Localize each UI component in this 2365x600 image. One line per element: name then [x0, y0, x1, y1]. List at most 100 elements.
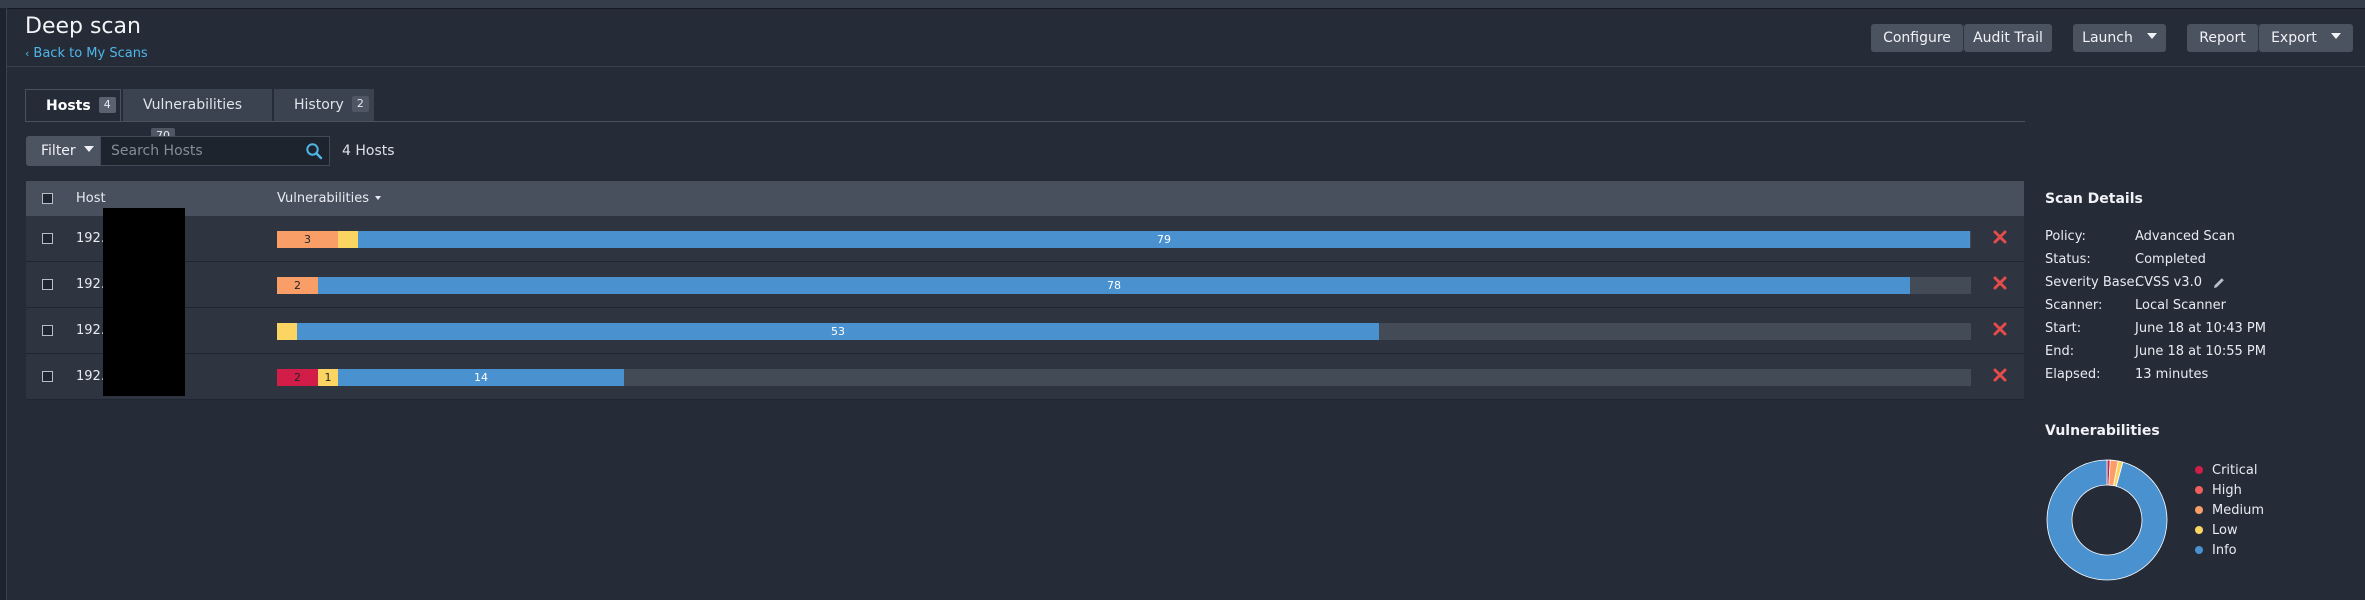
- detail-value-start: June 18 at 10:43 PM: [2135, 321, 2266, 336]
- critical-segment: 2: [277, 369, 318, 386]
- donut-slice-info[interactable]: [2046, 459, 2168, 581]
- vulnerabilities-donut-chart[interactable]: [2045, 458, 2169, 582]
- back-to-scans-link[interactable]: ‹ Back to My Scans: [25, 46, 148, 61]
- detail-value-severity-base: CVSS v3.0: [2135, 275, 2202, 290]
- info-segment: 78: [318, 277, 1910, 294]
- left-edge: [0, 8, 7, 600]
- row-checkbox[interactable]: [42, 279, 53, 290]
- row-checkbox[interactable]: [42, 233, 53, 244]
- search-hosts-input[interactable]: [100, 136, 330, 166]
- legend-label: Info: [2212, 543, 2237, 558]
- legend-dot-high: [2195, 485, 2203, 494]
- tab-history[interactable]: History 2: [274, 89, 374, 121]
- detail-label-elapsed: Elapsed:: [2045, 367, 2101, 382]
- scan-details-heading: Scan Details: [2045, 191, 2143, 207]
- detail-value-scanner: Local Scanner: [2135, 298, 2227, 313]
- remove-host-icon[interactable]: [1991, 228, 2009, 246]
- pencil-edit-icon[interactable]: [2212, 276, 2226, 290]
- info-segment: 14: [338, 369, 624, 386]
- audit-trail-button[interactable]: Audit Trail: [1964, 24, 2052, 52]
- tab-label: History: [294, 97, 344, 113]
- report-button[interactable]: Report: [2187, 24, 2258, 52]
- vulnerabilities-heading: Vulnerabilities: [2045, 423, 2160, 439]
- select-all-checkbox[interactable]: [42, 193, 53, 204]
- remove-host-icon[interactable]: [1991, 274, 2009, 292]
- hosts-table: Host Vulnerabilities 192. 3 79 192. 2 78…: [26, 181, 2024, 401]
- tab-label: Hosts: [46, 98, 91, 114]
- column-header-label: Vulnerabilities: [277, 191, 369, 206]
- tab-vulnerabilities[interactable]: Vulnerabilities70: [123, 89, 272, 144]
- window-top-strip: [0, 0, 2365, 9]
- export-button[interactable]: Export: [2259, 24, 2353, 52]
- host-name: 192.: [76, 277, 105, 292]
- export-label: Export: [2271, 30, 2317, 46]
- legend-item-info: Info: [2195, 543, 2237, 558]
- table-header: Host Vulnerabilities: [26, 181, 2024, 217]
- chevron-left-icon: ‹: [25, 47, 30, 60]
- launch-button[interactable]: Launch: [2073, 24, 2166, 52]
- row-checkbox[interactable]: [42, 371, 53, 382]
- column-header-host[interactable]: Host: [76, 191, 106, 206]
- legend-label: Critical: [2212, 463, 2258, 478]
- remove-host-icon[interactable]: [1991, 366, 2009, 384]
- info-segment: 53: [297, 323, 1379, 340]
- detail-label-end: End:: [2045, 344, 2075, 359]
- legend-item-low: Low: [2195, 523, 2238, 538]
- legend-label: Medium: [2212, 503, 2264, 518]
- filter-label: Filter: [41, 143, 76, 159]
- medium-segment: 2: [277, 277, 318, 294]
- table-row[interactable]: 192. 2 1 14: [26, 354, 2024, 400]
- tab-label: Vulnerabilities: [143, 97, 243, 113]
- legend-dot-low: [2195, 525, 2203, 534]
- detail-value-policy: Advanced Scan: [2135, 229, 2235, 244]
- host-count-label: 4 Hosts: [342, 143, 395, 159]
- legend-item-high: High: [2195, 483, 2242, 498]
- severity-bar: 2 1 14: [277, 369, 1971, 386]
- medium-segment: 3: [277, 231, 338, 248]
- back-link-label: Back to My Scans: [33, 46, 148, 61]
- caret-down-icon: [83, 146, 94, 152]
- detail-label-severity-base: Severity Base:: [2045, 275, 2139, 290]
- low-segment: [277, 323, 297, 340]
- severity-bar: 2 78: [277, 277, 1971, 294]
- header-divider: [6, 66, 2365, 67]
- detail-value-status: Completed: [2135, 252, 2206, 267]
- row-checkbox[interactable]: [42, 325, 53, 336]
- launch-label: Launch: [2082, 30, 2133, 46]
- remove-host-icon[interactable]: [1991, 320, 2009, 338]
- sort-caret-icon: [374, 195, 381, 200]
- legend-item-critical: Critical: [2195, 463, 2257, 478]
- detail-label-start: Start:: [2045, 321, 2082, 336]
- host-name: 192.: [76, 369, 105, 384]
- legend-dot-medium: [2195, 505, 2203, 514]
- detail-label-status: Status:: [2045, 252, 2091, 267]
- search-icon[interactable]: [305, 142, 323, 160]
- caret-down-icon: [2146, 33, 2157, 39]
- tab-underline: [25, 121, 2025, 122]
- table-row[interactable]: 192. 3 79: [26, 216, 2024, 262]
- filter-button[interactable]: Filter: [26, 136, 100, 166]
- configure-button[interactable]: Configure: [1871, 24, 1963, 52]
- legend-label: High: [2212, 483, 2242, 498]
- detail-label-scanner: Scanner:: [2045, 298, 2103, 313]
- redaction-block: [103, 208, 185, 396]
- host-name: 192.: [76, 323, 105, 338]
- info-segment: 79: [358, 231, 1970, 248]
- severity-bar: 53: [277, 323, 1971, 340]
- table-row[interactable]: 192. 53: [26, 308, 2024, 354]
- page-title: Deep scan: [25, 14, 141, 39]
- table-row[interactable]: 192. 2 78: [26, 262, 2024, 308]
- low-segment: 1: [318, 369, 338, 386]
- caret-down-icon: [2330, 33, 2341, 39]
- legend-dot-info: [2195, 545, 2203, 554]
- tab-count-badge: 4: [98, 97, 116, 113]
- legend-dot-critical: [2195, 465, 2203, 474]
- severity-bar: 3 79: [277, 231, 1971, 248]
- tab-hosts[interactable]: Hosts 4: [25, 89, 121, 122]
- legend-item-medium: Medium: [2195, 503, 2264, 518]
- legend-label: Low: [2212, 523, 2238, 538]
- tab-count-badge: 2: [351, 96, 369, 112]
- detail-value-end: June 18 at 10:55 PM: [2135, 344, 2266, 359]
- column-header-vulnerabilities[interactable]: Vulnerabilities: [277, 191, 381, 206]
- low-segment: [338, 231, 358, 248]
